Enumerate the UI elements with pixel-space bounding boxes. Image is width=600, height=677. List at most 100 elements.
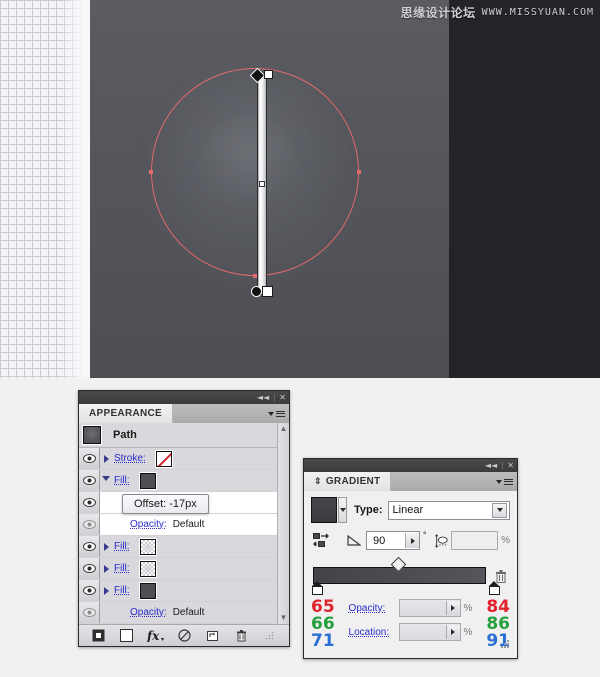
- anchor-point-right[interactable]: [357, 170, 361, 174]
- visibility-toggle-offset-path[interactable]: [79, 492, 100, 513]
- gradient-aspect-ratio-field[interactable]: [450, 531, 499, 550]
- appearance-footer-toolbar[interactable]: fx: [79, 624, 289, 646]
- opacity-unit: %: [463, 602, 473, 614]
- appearance-row-fill-3[interactable]: Fill:: [79, 558, 289, 580]
- visibility-toggle-stroke[interactable]: [79, 448, 100, 469]
- gradient-panel[interactable]: ◄◄ | ✕ ⇕ GRADIENT Type: Linear 90 ° % 65…: [303, 458, 518, 659]
- location-label[interactable]: Location:: [349, 627, 399, 638]
- appearance-row-opacity-1[interactable]: Opacity: Default: [79, 514, 289, 536]
- stop-left-blue: 71: [311, 631, 335, 651]
- row-label-opacity-1[interactable]: Opacity:: [130, 519, 167, 530]
- row-label-stroke[interactable]: Stroke:: [114, 453, 146, 464]
- row-label-fill-1[interactable]: Fill:: [114, 475, 130, 486]
- close-icon[interactable]: ✕: [279, 393, 286, 402]
- gradient-stop-values: 65 66 71 Opacity: % Location: % 84 86 91: [311, 599, 510, 650]
- visibility-toggle-opacity-2[interactable]: [79, 602, 100, 623]
- appearance-target-row[interactable]: Path: [79, 423, 289, 448]
- anchor-point-left[interactable]: [149, 170, 153, 174]
- add-new-stroke-icon[interactable]: [84, 625, 113, 646]
- gradient-type-label: Type:: [354, 504, 383, 516]
- visibility-toggle-fill-4[interactable]: [79, 580, 100, 601]
- appearance-row-stroke[interactable]: Stroke:: [79, 448, 289, 470]
- disclosure-triangle-fill-3[interactable]: [100, 564, 112, 573]
- clear-appearance-icon[interactable]: [170, 625, 199, 646]
- panel-menu-icon[interactable]: [504, 477, 513, 486]
- swatch-fill-3[interactable]: [138, 559, 157, 578]
- gradient-type-row: Type: Linear: [311, 497, 510, 523]
- appearance-row-fill-4[interactable]: Fill:: [79, 580, 289, 602]
- gradient-location-field[interactable]: [398, 623, 461, 641]
- gradient-preview-swatch[interactable]: [311, 497, 337, 523]
- location-stepper-icon[interactable]: [445, 625, 460, 639]
- target-thumbnail: [82, 425, 102, 445]
- visibility-toggle-opacity-1[interactable]: [79, 514, 100, 535]
- tab-appearance[interactable]: APPEARANCE: [79, 404, 174, 423]
- appearance-tabrow[interactable]: APPEARANCE: [78, 404, 290, 423]
- reverse-gradient-icon[interactable]: [311, 532, 331, 550]
- swatch-fill-1[interactable]: [138, 471, 157, 490]
- chevron-down-icon[interactable]: [492, 502, 507, 518]
- row-value-opacity-2: Default: [172, 607, 205, 618]
- gradient-panel-resize-grip[interactable]: [500, 640, 509, 649]
- gradient-annotator-midpoint[interactable]: [259, 181, 265, 187]
- gradient-panel-titlebar[interactable]: ◄◄ | ✕: [303, 458, 518, 472]
- disclosure-triangle-fill-1[interactable]: [100, 476, 112, 485]
- appearance-panel-titlebar[interactable]: ◄◄ | ✕: [78, 390, 290, 404]
- swatch-stroke-none[interactable]: [154, 449, 173, 468]
- selection-path-circle[interactable]: [151, 68, 359, 276]
- gradient-slider[interactable]: [311, 556, 510, 595]
- appearance-panel[interactable]: ◄◄ | ✕ APPEARANCE Path Stroke: Fill: Opa…: [78, 390, 290, 647]
- visibility-toggle-fill-3[interactable]: [79, 558, 100, 579]
- gradient-swatch-dropdown-icon[interactable]: [338, 497, 347, 523]
- visibility-toggle-fill-2[interactable]: [79, 536, 100, 557]
- row-label-fill-2[interactable]: Fill:: [114, 541, 130, 552]
- panel-menu-caret-icon[interactable]: [496, 479, 502, 484]
- panel-resize-grip[interactable]: [255, 625, 284, 646]
- duplicate-item-icon[interactable]: [198, 625, 227, 646]
- disclosure-triangle-stroke[interactable]: [100, 454, 112, 463]
- panel-menu-icon[interactable]: [276, 409, 285, 418]
- delete-stop-icon[interactable]: [494, 569, 508, 589]
- gradient-annotator-end-square[interactable]: [264, 70, 273, 79]
- tab-appearance-label: APPEARANCE: [89, 408, 163, 419]
- watermark-url-text: WWW.MISSYUAN.COM: [481, 7, 594, 18]
- scroll-down-icon[interactable]: ▼: [280, 612, 288, 624]
- row-label-fill-3[interactable]: Fill:: [114, 563, 130, 574]
- close-icon[interactable]: ✕: [507, 461, 514, 470]
- add-new-effect-icon[interactable]: fx: [141, 625, 170, 646]
- appearance-list[interactable]: Path Stroke: Fill: Opacity: Default Fill…: [79, 423, 289, 624]
- delete-item-icon[interactable]: [227, 625, 256, 646]
- scroll-up-icon[interactable]: ▲: [280, 423, 288, 435]
- appearance-tab-filler: [173, 404, 289, 423]
- illustrator-canvas[interactable]: 思缘设计论坛 WWW.MISSYUAN.COM: [0, 0, 600, 378]
- gradient-angle-field[interactable]: 90: [366, 531, 420, 550]
- appearance-row-opacity-2[interactable]: Opacity: Default: [79, 602, 289, 624]
- add-new-fill-icon[interactable]: [113, 625, 142, 646]
- grid-fade-overlay: [60, 0, 90, 378]
- artboard[interactable]: [90, 0, 449, 378]
- opacity-label[interactable]: Opacity:: [349, 603, 399, 614]
- swatch-fill-4[interactable]: [138, 581, 157, 600]
- row-label-fill-4[interactable]: Fill:: [114, 585, 130, 596]
- opacity-stepper-icon[interactable]: [445, 601, 460, 615]
- row-label-opacity-2[interactable]: Opacity:: [130, 607, 167, 618]
- appearance-row-fill-2[interactable]: Fill:: [79, 536, 289, 558]
- visibility-toggle-fill-1[interactable]: [79, 470, 100, 491]
- gradient-tabrow[interactable]: ⇕ GRADIENT: [303, 472, 518, 491]
- collapse-icon[interactable]: ◄◄: [485, 461, 497, 470]
- swatch-fill-2[interactable]: [138, 537, 157, 556]
- watermark-cn-text: 思缘设计论坛: [400, 6, 476, 20]
- gradient-annotator-origin-circle[interactable]: [251, 286, 262, 297]
- gradient-stop-left[interactable]: [312, 581, 323, 595]
- angle-stepper-icon[interactable]: [405, 533, 419, 548]
- disclosure-triangle-fill-4[interactable]: [100, 586, 112, 595]
- disclosure-triangle-fill-2[interactable]: [100, 542, 112, 551]
- appearance-row-fill-1[interactable]: Fill:: [79, 470, 289, 492]
- gradient-opacity-field[interactable]: [398, 599, 461, 617]
- collapse-icon[interactable]: ◄◄: [257, 393, 269, 402]
- gradient-type-select[interactable]: Linear: [387, 500, 510, 520]
- panel-menu-caret-icon[interactable]: [268, 411, 274, 416]
- appearance-scrollbar[interactable]: ▲ ▼: [277, 423, 289, 624]
- tab-gradient[interactable]: ⇕ GRADIENT: [304, 472, 392, 491]
- gradient-annotator-origin-square[interactable]: [262, 286, 273, 297]
